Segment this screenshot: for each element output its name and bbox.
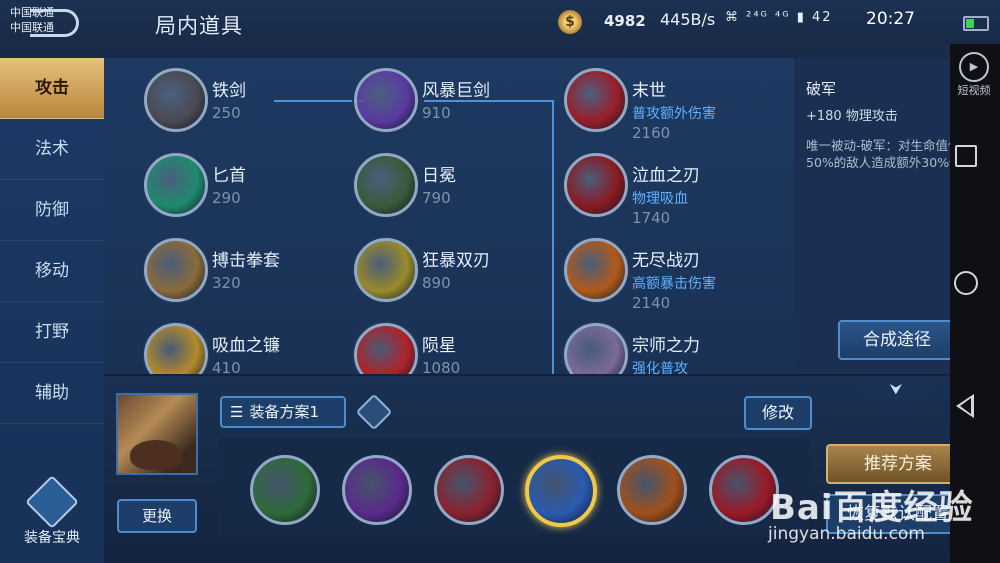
book-icon [25,475,79,529]
item-icon[interactable] [144,238,208,302]
item-icon[interactable] [144,68,208,132]
item-price: 250 [212,104,241,122]
item-name: 陨星 [422,336,456,356]
category-tab[interactable]: 打野 [0,302,104,363]
back-button[interactable] [30,9,79,37]
back-triangle-icon[interactable] [956,394,974,418]
status-bar: 中国联通 中国联通 局内道具 $ 4982 445B/s ⌘ ²⁴ᴳ ⁴ᴳ ▮ … [0,0,1000,44]
watermark-url: jingyan.baidu.com [768,524,925,544]
watermark-logo: Bai百度经验 [770,488,974,528]
item-icon[interactable] [144,323,208,374]
signal-icons: ⌘ ²⁴ᴳ ⁴ᴳ ▮ 42 [725,10,833,25]
list-icon: ☰ [230,403,244,421]
item-name: 日冕 [422,166,456,186]
change-hero-button[interactable]: 更换 [117,499,197,533]
recommended-plan-button[interactable]: 推荐方案 [826,444,970,484]
build-plan-select[interactable]: ☰ 装备方案1 [220,396,346,428]
item-icon[interactable] [144,153,208,217]
item-name: 无尽战刃 [632,251,700,271]
item-icon[interactable] [354,153,418,217]
item-effect: 普攻额外伤害 [632,106,716,122]
build-slot-doomsday[interactable] [434,455,504,525]
play-icon: ▶ [959,52,989,82]
guide-label: 装备宝典 [24,530,80,546]
build-slot-storm-sword[interactable] [342,455,412,525]
synthesis-path-button[interactable]: 合成途径 [838,320,956,360]
item-icon[interactable] [354,323,418,374]
category-tab[interactable]: 辅助 [0,363,104,424]
item-effect: 强化普攻 [632,361,688,374]
hero-portrait-detail [130,440,182,470]
category-tab[interactable]: 法术 [0,119,104,180]
equipment-guide-button[interactable]: 装备宝典 [10,475,94,547]
home-icon[interactable] [954,271,978,295]
tree-line [274,100,364,102]
category-tab[interactable]: 攻击 [0,58,104,119]
item-name: 末世 [632,81,666,101]
item-effect: 高额暴击伤害 [632,276,716,292]
item-icon[interactable] [564,323,628,374]
item-price: 790 [422,189,451,207]
item-icon[interactable] [564,153,628,217]
item-price: 2140 [632,294,671,312]
network-speed: 445B/s [660,10,716,29]
page-title: 局内道具 [155,14,243,38]
item-grid: 铁剑 250 匕首 290 搏击拳套 320 吸血之镰 410 风暴巨剑 910 日冕 790 狂暴双刃… [104,58,794,374]
collapse-arrow-icon[interactable]: ⮟ [860,376,932,402]
recent-apps-icon[interactable] [955,145,977,167]
category-tab[interactable]: 移动 [0,241,104,302]
item-icon[interactable] [354,68,418,132]
battery-icon [963,16,989,31]
clock: 20:27 [866,9,915,29]
build-slot-bloodthirst[interactable] [709,455,779,525]
short-video-button[interactable]: ▶ 短视频 [951,52,997,100]
item-name: 铁剑 [212,81,246,101]
item-name: 匕首 [212,166,246,186]
item-name: 搏击拳套 [212,251,280,271]
build-slot-boots[interactable] [250,455,320,525]
build-slot-endless-blade[interactable] [617,455,687,525]
item-price: 910 [422,104,451,122]
item-price: 320 [212,274,241,292]
item-name: 宗师之力 [632,336,700,356]
item-name: 狂暴双刃 [422,251,490,271]
item-name: 吸血之镰 [212,336,280,356]
tree-line [552,100,554,374]
build-slot-breaker[interactable] [525,455,597,527]
gold-amount: 4982 [604,12,646,30]
detail-item-name: 破军 [806,80,837,98]
item-name: 风暴巨剑 [422,81,490,101]
item-price: 890 [422,274,451,292]
item-price: 290 [212,189,241,207]
item-price: 1740 [632,209,671,227]
item-icon[interactable] [564,68,628,132]
build-plan-label: 装备方案1 [249,403,319,421]
detail-item-stat: +180 物理攻击 [806,109,898,124]
item-price: 1080 [422,359,461,374]
modify-button[interactable]: 修改 [744,396,812,430]
category-tab[interactable]: 防御 [0,180,104,241]
item-price: 410 [212,359,241,374]
item-effect: 物理吸血 [632,191,688,207]
short-video-label: 短视频 [957,84,991,97]
item-icon[interactable] [354,238,418,302]
gold-coin-icon: $ [558,10,582,34]
item-name: 泣血之刃 [632,166,700,186]
item-price: 2160 [632,124,671,142]
item-icon[interactable] [564,238,628,302]
